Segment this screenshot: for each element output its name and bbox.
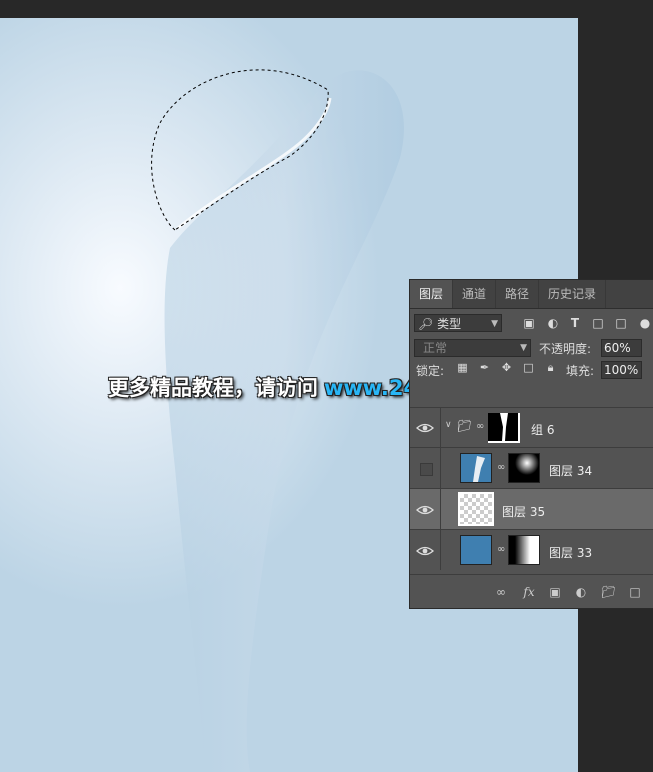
layer-thumbnail[interactable] <box>458 492 494 526</box>
filter-kind-select[interactable]: 🔎︎ 类型 ▼ <box>414 314 502 332</box>
new-layer-icon[interactable]: □ <box>628 585 642 599</box>
eye-icon[interactable] <box>416 544 434 558</box>
chevron-down-icon[interactable]: ∨ <box>445 420 452 430</box>
image-filter-icon[interactable]: ▣ <box>522 316 536 330</box>
watermark-text: 更多精品教程，请访问 <box>108 376 318 400</box>
lock-label: 锁定: <box>416 364 445 378</box>
lock-position-icon[interactable]: ✥ <box>500 361 513 374</box>
eye-icon[interactable] <box>416 421 434 435</box>
layer-thumbnail[interactable] <box>460 535 492 565</box>
layer-row-layer-34[interactable]: ∞ 图层 34 <box>410 447 653 488</box>
fx-icon[interactable]: fx <box>522 585 536 599</box>
lock-row: 锁定: ▦ ✒ ✥ □ 🔒︎ 填充: 100% <box>410 358 653 380</box>
group-mask-thumbnail[interactable] <box>488 413 520 443</box>
tab-channels[interactable]: 通道 <box>453 280 497 308</box>
adjustment-layer-icon[interactable]: ◐ <box>574 585 588 599</box>
shape-filter-icon[interactable]: □ <box>591 316 605 330</box>
filter-row: 🔎︎ 类型 ▼ ▣ ◐ T □ □ ● <box>410 310 653 336</box>
link-icon[interactable]: ∞ <box>497 544 505 556</box>
eye-icon[interactable] <box>416 503 434 517</box>
tab-layers[interactable]: 图层 <box>410 280 454 308</box>
blend-row: 正常 ▼ 不透明度: 60% <box>410 336 653 358</box>
lock-all-icon[interactable]: 🔒︎ <box>544 361 557 374</box>
visibility-toggle-off[interactable] <box>420 463 433 476</box>
lock-transparent-icon[interactable]: ▦ <box>456 361 469 374</box>
chevron-down-icon: ▼ <box>520 343 527 353</box>
adjustment-filter-icon[interactable]: ◐ <box>546 316 560 330</box>
search-icon: 🔎︎ <box>418 317 434 331</box>
link-icon[interactable]: ∞ <box>497 462 505 474</box>
panel-tabs: 图层 通道 路径 历史记录 <box>410 280 653 309</box>
fill-label: 填充: <box>566 364 595 378</box>
layer-row-layer-33[interactable]: ∞ 图层 33 <box>410 529 653 570</box>
lock-artboard-icon[interactable]: □ <box>522 361 535 374</box>
blend-mode-select[interactable]: 正常 ▼ <box>414 339 531 357</box>
link-icon[interactable]: ∞ <box>476 421 484 433</box>
lock-image-icon[interactable]: ✒ <box>478 361 491 374</box>
type-filter-icon[interactable]: T <box>568 316 582 330</box>
add-mask-icon[interactable]: ▣ <box>548 585 562 599</box>
folder-icon: 📁︎ <box>457 419 473 433</box>
chevron-down-icon: ▼ <box>491 319 498 329</box>
layer-mask-thumbnail[interactable] <box>508 535 540 565</box>
layer-mask-thumbnail[interactable] <box>508 451 540 483</box>
layer-row-group-6[interactable]: ∨ 📁︎ ∞ 组 6 <box>410 407 653 447</box>
new-group-icon[interactable]: 📁︎ <box>601 585 616 599</box>
fill-input[interactable]: 100% <box>601 361 642 379</box>
layer-name: 图层 34 <box>549 464 593 478</box>
tab-history[interactable]: 历史记录 <box>539 280 607 308</box>
link-layers-icon[interactable]: ∞ <box>494 585 508 599</box>
layers-panel: 图层 通道 路径 历史记录 🔎︎ 类型 ▼ ▣ ◐ T □ □ ● 正常 ▼ 不… <box>409 279 653 609</box>
flower-petal-shape <box>164 70 404 772</box>
blend-mode-value: 正常 <box>423 341 448 355</box>
layer-name: 图层 35 <box>502 505 546 519</box>
opacity-label: 不透明度: <box>539 342 592 356</box>
layer-name: 组 6 <box>531 423 555 437</box>
layer-thumbnail[interactable] <box>460 453 492 483</box>
filter-kind-label: 类型 <box>437 317 462 331</box>
smart-object-filter-icon[interactable]: □ <box>614 316 628 330</box>
filter-toggle-icon[interactable]: ● <box>638 316 652 330</box>
panel-footer: ∞ fx ▣ ◐ 📁︎ □ <box>410 574 653 609</box>
layer-row-layer-35[interactable]: 图层 35 <box>410 488 653 529</box>
tab-paths[interactable]: 路径 <box>496 280 540 308</box>
layer-name: 图层 33 <box>549 546 593 560</box>
opacity-input[interactable]: 60% <box>601 339 642 357</box>
